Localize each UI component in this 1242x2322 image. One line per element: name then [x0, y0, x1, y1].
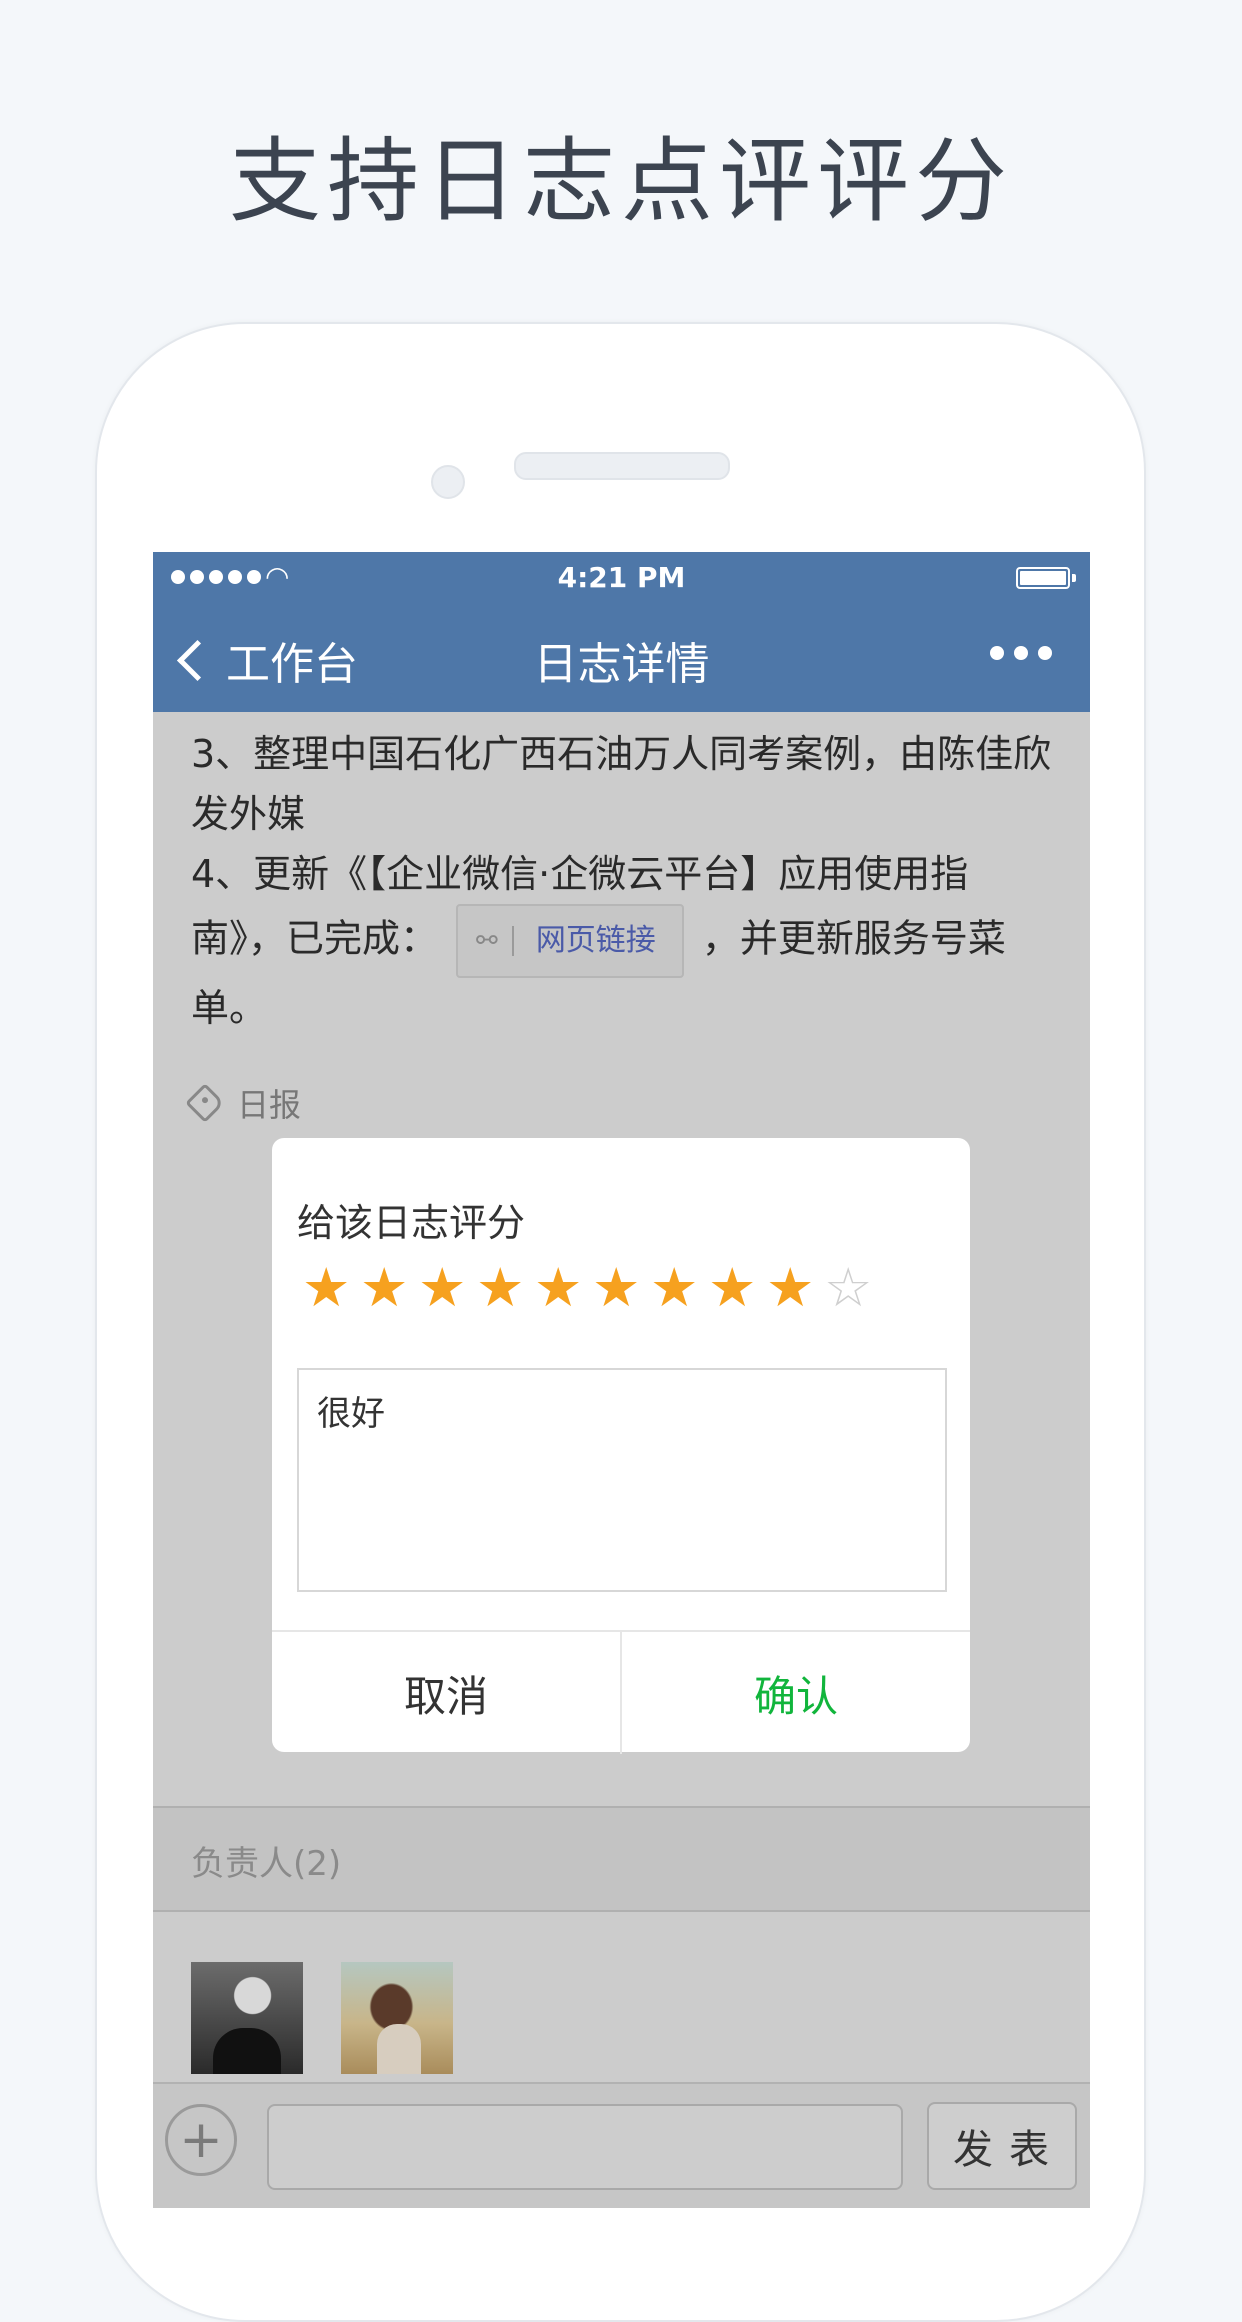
- log-content: 3、整理中国石化广西石油万人同考案例，由陈佳欣发外媒 4、更新《【企业微信·企微…: [191, 724, 1061, 1038]
- star-rating[interactable]: ★ ★ ★ ★ ★ ★ ★ ★ ★ ☆: [302, 1256, 872, 1320]
- cancel-button[interactable]: 取消: [272, 1632, 622, 1754]
- rating-dialog: 给该日志评分 ★ ★ ★ ★ ★ ★ ★ ★ ★ ☆ 很好 取消 确认: [272, 1138, 970, 1754]
- more-button[interactable]: [990, 646, 1052, 660]
- star-filled-icon[interactable]: ★: [650, 1256, 698, 1320]
- log-line-3: 3、整理中国石化广西石油万人同考案例，由陈佳欣发外媒: [191, 732, 1052, 836]
- web-link-chip[interactable]: ⚯ 网页链接: [456, 904, 684, 978]
- dialog-actions: 取消 确认: [272, 1630, 970, 1754]
- web-link-label: 网页链接: [535, 923, 656, 958]
- star-filled-icon[interactable]: ★: [360, 1256, 408, 1320]
- tag-label: 日报: [237, 1086, 302, 1124]
- tag-row: 日报: [185, 1080, 302, 1126]
- avatar[interactable]: [341, 1962, 453, 2074]
- status-bar: ◠ 4:21 PM: [153, 552, 1090, 604]
- page-headline: 支持日志点评评分: [228, 128, 1013, 235]
- log-line-4: 4、更新《【企业微信·企微云平台】应用使用指南》，已完成： ⚯ 网页链接 ，并更新服务…: [191, 844, 1061, 1038]
- tag-icon: [185, 1083, 225, 1123]
- dialog-title: 给该日志评分: [297, 1201, 526, 1245]
- nav-title: 日志详情: [533, 639, 710, 690]
- comment-bar: + 发表: [153, 2082, 1090, 2208]
- more-dot-icon: [990, 646, 1004, 660]
- phone-speaker: [514, 452, 730, 480]
- owners-label: 负责人(2): [191, 1844, 342, 1884]
- star-filled-icon[interactable]: ★: [302, 1256, 350, 1320]
- battery-icon: [1016, 567, 1070, 589]
- confirm-button[interactable]: 确认: [622, 1632, 970, 1754]
- add-attachment-button[interactable]: +: [165, 2104, 237, 2176]
- status-time: 4:21 PM: [557, 561, 686, 594]
- star-filled-icon[interactable]: ★: [476, 1256, 524, 1320]
- nav-bar: 工作台 日志详情: [153, 604, 1090, 712]
- link-divider: [511, 926, 514, 956]
- phone-camera: [431, 465, 465, 499]
- battery-tip: [1072, 574, 1076, 582]
- star-empty-icon[interactable]: ☆: [824, 1256, 872, 1320]
- link-icon: ⚯: [476, 926, 498, 956]
- owners-avatars: [191, 1962, 453, 2074]
- star-filled-icon[interactable]: ★: [766, 1256, 814, 1320]
- more-dot-icon: [1014, 646, 1028, 660]
- star-filled-icon[interactable]: ★: [418, 1256, 466, 1320]
- more-dot-icon: [1038, 646, 1052, 660]
- star-filled-icon[interactable]: ★: [592, 1256, 640, 1320]
- star-filled-icon[interactable]: ★: [534, 1256, 582, 1320]
- comment-input[interactable]: [267, 2104, 903, 2190]
- owners-section-header: 负责人(2): [153, 1806, 1090, 1912]
- star-filled-icon[interactable]: ★: [708, 1256, 756, 1320]
- app-screen: ◠ 4:21 PM 工作台 日志详情 3、整理中国石化广西石油万人同考案例，由陈…: [153, 552, 1090, 2208]
- avatar[interactable]: [191, 1962, 303, 2074]
- rating-comment-field[interactable]: 很好: [297, 1368, 947, 1592]
- send-button[interactable]: 发表: [927, 2102, 1077, 2190]
